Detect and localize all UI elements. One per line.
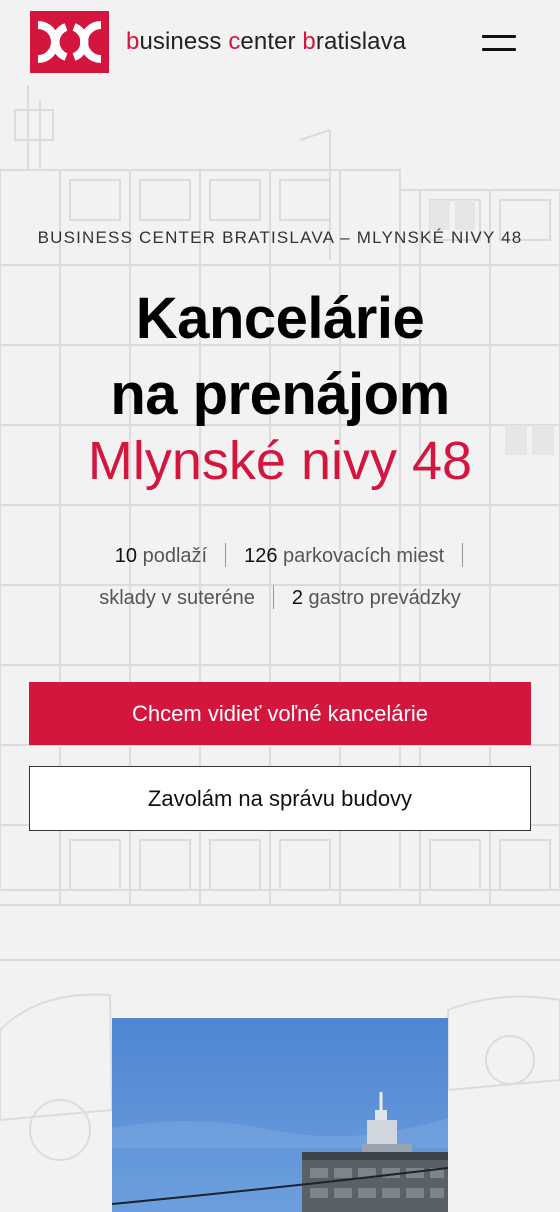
fact-item: 10 podlaží xyxy=(97,545,225,568)
brand-initial: b xyxy=(302,28,316,55)
fact-text: podlaží xyxy=(142,545,208,567)
fact-item: 126 parkovacích miest xyxy=(226,545,462,568)
brand-word: ratislava xyxy=(315,28,407,55)
fact-divider xyxy=(462,543,464,567)
fact-text: sklady v suteréne xyxy=(99,587,255,609)
fact-item: sklady v suteréne xyxy=(81,587,273,610)
hero-title-line1: Kancelárie xyxy=(135,286,425,351)
hero-eyebrow: BUSINESS CENTER BRATISLAVA – MLYNSKÉ NIV… xyxy=(37,228,523,247)
hero-subtitle: Mlynské nivy 48 xyxy=(87,431,473,491)
view-offices-button[interactable]: Chcem vidieť voľné kancelárie xyxy=(29,682,531,745)
fact-number: 10 xyxy=(114,545,138,567)
brand-initial: c xyxy=(228,28,241,55)
bcb-logo-icon[interactable] xyxy=(30,11,109,73)
fact-number: 126 xyxy=(244,545,278,567)
brand-word: enter xyxy=(240,28,296,55)
fact-text: parkovacích miest xyxy=(283,545,445,567)
menu-line xyxy=(482,48,516,51)
brand-initial: b xyxy=(126,28,140,55)
building-photo xyxy=(112,1018,448,1212)
call-management-button[interactable]: Zavolám na správu budovy xyxy=(29,766,531,831)
fact-text: gastro prevádzky xyxy=(308,587,461,609)
fact-item: 2 gastro prevádzky xyxy=(274,587,479,610)
menu-line xyxy=(482,35,516,38)
brand-name[interactable]: business center bratislava xyxy=(126,28,406,56)
facts-row: sklady v suteréne 2 gastro prevádzky xyxy=(0,585,560,610)
site-header: business center bratislava xyxy=(0,0,560,86)
facts-row: 10 podlaží 126 parkovacích miest xyxy=(0,543,560,568)
hamburger-menu-icon[interactable] xyxy=(478,30,520,58)
brand-word: usiness xyxy=(139,28,222,55)
hero-title-line2: na prenájom xyxy=(110,362,450,427)
fact-number: 2 xyxy=(291,587,303,609)
